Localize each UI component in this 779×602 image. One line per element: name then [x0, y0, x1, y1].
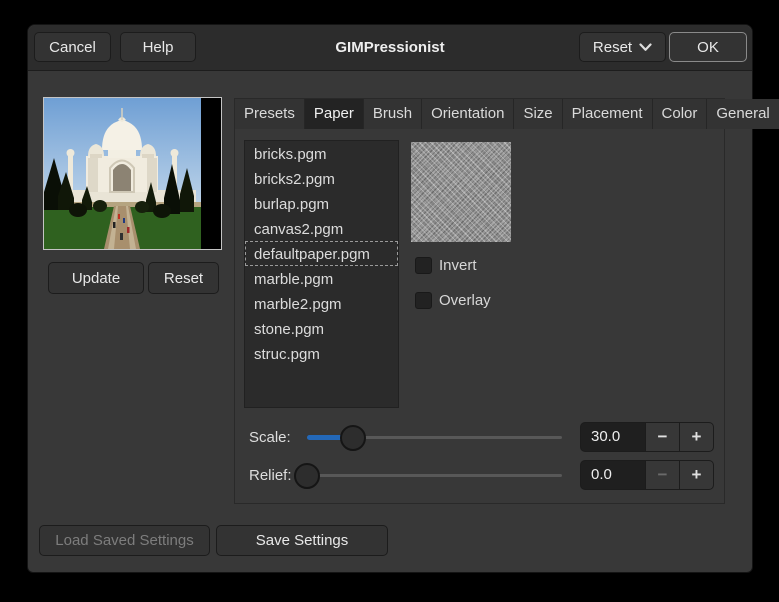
tab-placement[interactable]: Placement [563, 99, 653, 129]
tab-size[interactable]: Size [514, 99, 562, 129]
plus-icon: + [692, 427, 702, 447]
tab-presets[interactable]: Presets [235, 99, 305, 129]
tab-orientation[interactable]: Orientation [422, 99, 514, 129]
paper-file-item[interactable]: bricks2.pgm [245, 166, 398, 191]
scale-spinbutton: 30.0 − + [580, 422, 714, 452]
load-saved-settings-button[interactable]: Load Saved Settings [39, 525, 210, 556]
scale-value-input[interactable]: 30.0 [581, 423, 645, 451]
paper-file-item[interactable]: burlap.pgm [245, 191, 398, 216]
tab-color[interactable]: Color [653, 99, 708, 129]
ok-button[interactable]: OK [669, 32, 747, 62]
chevron-down-icon [639, 43, 652, 52]
relief-slider-handle[interactable] [294, 463, 320, 489]
paper-file-item[interactable]: marble2.pgm [245, 291, 398, 316]
plus-icon: + [692, 465, 702, 485]
minus-icon: − [658, 465, 668, 485]
help-button[interactable]: Help [120, 32, 196, 62]
relief-slider-track [307, 474, 562, 477]
relief-spinbutton: 0.0 − + [580, 460, 714, 490]
relief-label: Relief: [249, 461, 292, 491]
image-preview-frame [43, 97, 222, 250]
relief-increment-button[interactable]: + [679, 461, 713, 489]
scale-slider-handle[interactable] [340, 425, 366, 451]
invert-checkbox[interactable] [415, 257, 432, 274]
relief-slider[interactable] [307, 461, 562, 491]
reset-label: Reset [593, 39, 632, 56]
tab-paper[interactable]: Paper [305, 99, 364, 129]
update-preview-button[interactable]: Update [48, 262, 144, 294]
paper-texture-preview [411, 142, 511, 242]
paper-file-item[interactable]: marble.pgm [245, 266, 398, 291]
minus-icon: − [658, 427, 668, 447]
preview-image [44, 98, 201, 249]
gimpressionist-dialog: GIMPressionist Cancel Help Reset OK [27, 24, 753, 573]
tab-strip: Presets Paper Brush Orientation Size Pla… [235, 99, 724, 129]
paper-file-item-selected[interactable]: defaultpaper.pgm [245, 241, 398, 266]
scale-decrement-button[interactable]: − [645, 423, 679, 451]
tab-brush[interactable]: Brush [364, 99, 422, 129]
reset-dropdown-button[interactable]: Reset [579, 32, 666, 62]
overlay-label: Overlay [439, 292, 491, 309]
reset-preview-button[interactable]: Reset [148, 262, 219, 294]
paper-file-item[interactable]: bricks.pgm [245, 141, 398, 166]
paper-file-item[interactable]: struc.pgm [245, 341, 398, 366]
relief-value-input[interactable]: 0.0 [581, 461, 645, 489]
preview-letterbox [201, 98, 221, 249]
overlay-checkbox[interactable] [415, 292, 432, 309]
header-bar: GIMPressionist Cancel Help Reset OK [28, 25, 752, 71]
cancel-button[interactable]: Cancel [34, 32, 111, 62]
settings-notebook: Presets Paper Brush Orientation Size Pla… [234, 98, 725, 504]
paper-file-item[interactable]: canvas2.pgm [245, 216, 398, 241]
paper-file-list[interactable]: bricks.pgm bricks2.pgm burlap.pgm canvas… [244, 140, 399, 408]
scale-increment-button[interactable]: + [679, 423, 713, 451]
invert-label: Invert [439, 257, 477, 274]
relief-decrement-button[interactable]: − [645, 461, 679, 489]
save-settings-button[interactable]: Save Settings [216, 525, 388, 556]
scale-slider[interactable] [307, 423, 562, 453]
paper-file-item[interactable]: stone.pgm [245, 316, 398, 341]
tab-general[interactable]: General [707, 99, 779, 129]
scale-label: Scale: [249, 423, 291, 453]
